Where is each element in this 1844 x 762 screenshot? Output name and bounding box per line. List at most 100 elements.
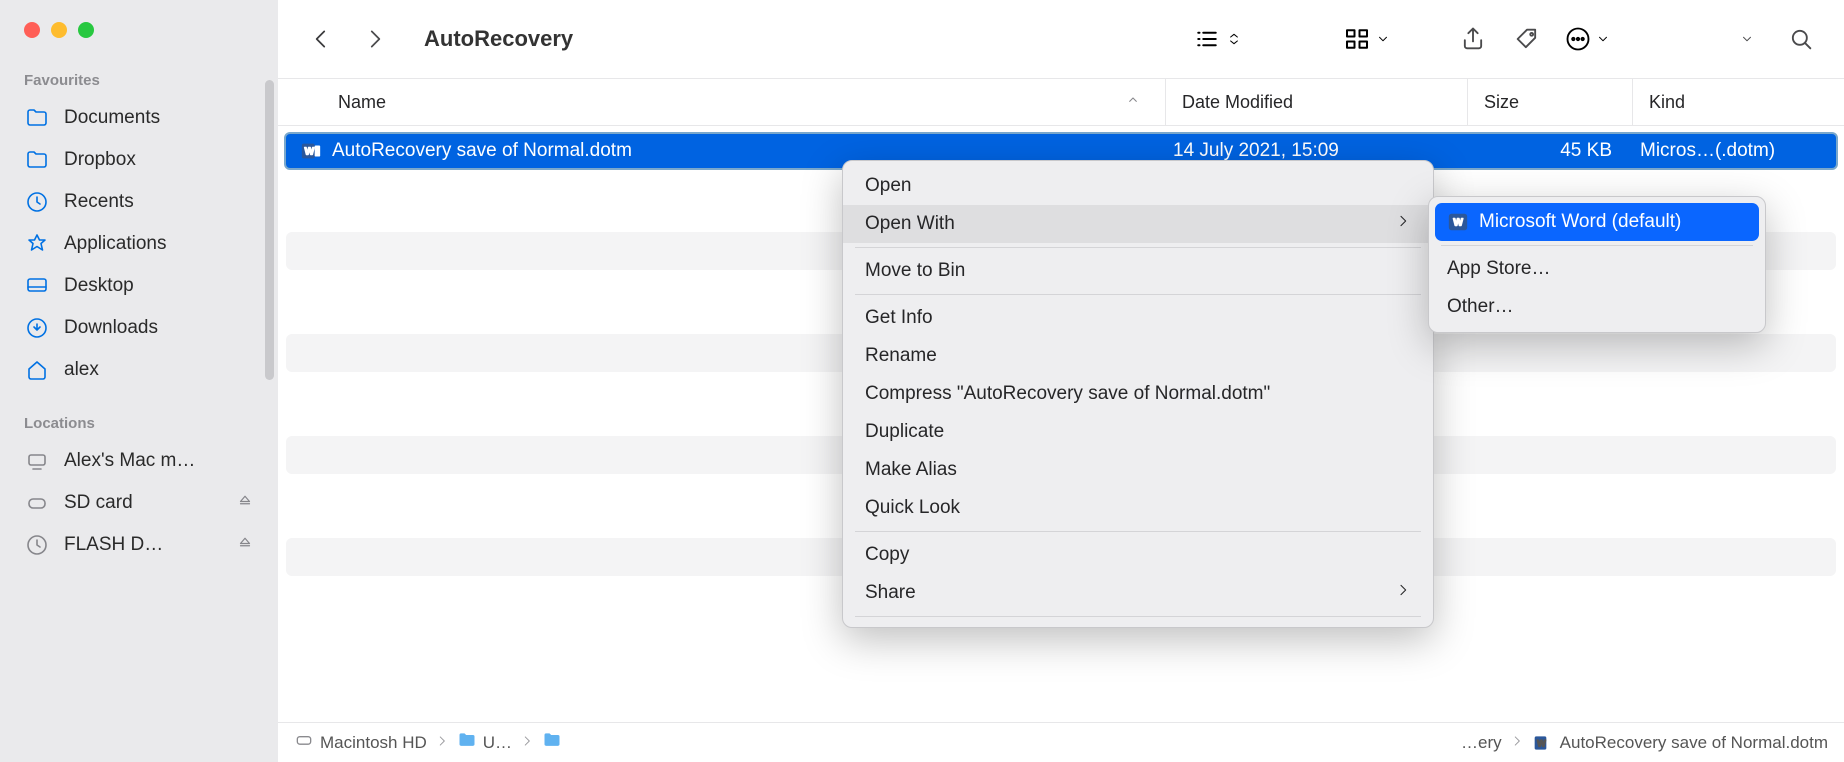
cm-open[interactable]: Open: [843, 167, 1433, 205]
cm-separator: [855, 616, 1421, 617]
column-header: Name Date Modified Size Kind: [278, 78, 1844, 126]
sidebar-item-label: SD card: [64, 492, 222, 514]
cm-move-to-bin[interactable]: Move to Bin: [843, 252, 1433, 290]
sidebar-item-label: Documents: [64, 107, 254, 129]
column-label: Size: [1484, 92, 1519, 113]
sidebar-item-recents[interactable]: Recents: [0, 181, 278, 223]
cm-open-with[interactable]: Open With: [843, 205, 1433, 243]
cm-quick-look[interactable]: Quick Look: [843, 489, 1433, 527]
sidebar-item-label: Alex's Mac m…: [64, 450, 254, 472]
sidebar: Favourites Documents Dropbox Recents App…: [0, 0, 278, 762]
column-label: Name: [338, 92, 386, 113]
cm-label: Quick Look: [865, 497, 960, 519]
computer-icon: [24, 448, 50, 474]
sm-label: App Store…: [1447, 258, 1551, 280]
cm-copy[interactable]: Copy: [843, 536, 1433, 574]
search-button[interactable]: [1784, 22, 1818, 56]
path-label: Macintosh HD: [320, 733, 427, 753]
chevron-right-icon: [520, 733, 534, 753]
folder-icon: [24, 105, 50, 131]
open-with-submenu: W Microsoft Word (default) App Store… Ot…: [1428, 196, 1766, 333]
window-controls: [0, 16, 278, 66]
cm-label: Move to Bin: [865, 260, 965, 282]
path-label: AutoRecovery save of Normal.dotm: [1560, 733, 1828, 753]
minimize-window-button[interactable]: [51, 22, 67, 38]
sm-other[interactable]: Other…: [1435, 288, 1759, 326]
eject-icon[interactable]: [236, 533, 254, 557]
cm-label: Compress "AutoRecovery save of Normal.do…: [865, 383, 1270, 405]
sidebar-item-flash[interactable]: FLASH D…: [0, 524, 278, 566]
close-window-button[interactable]: [24, 22, 40, 38]
submenu-arrow-icon: [1395, 213, 1411, 235]
sort-indicator-icon: [1125, 92, 1141, 113]
svg-text:W: W: [1537, 738, 1546, 748]
group-button[interactable]: [1342, 24, 1390, 54]
path-label: U…: [483, 733, 512, 753]
zoom-window-button[interactable]: [78, 22, 94, 38]
path-seg-current-folder[interactable]: …ery: [1461, 733, 1502, 753]
svg-text:W: W: [1453, 218, 1463, 229]
submenu-arrow-icon: [1395, 582, 1411, 604]
cm-rename[interactable]: Rename: [843, 337, 1433, 375]
sm-separator: [1441, 245, 1753, 246]
disk-icon: [24, 490, 50, 516]
path-seg[interactable]: U…: [457, 730, 512, 755]
sidebar-item-dropbox[interactable]: Dropbox: [0, 139, 278, 181]
sidebar-item-label: FLASH D…: [64, 534, 222, 556]
expand-button[interactable]: [1730, 22, 1764, 56]
actions-button[interactable]: [1564, 25, 1610, 53]
chevron-right-icon: [435, 733, 449, 753]
sidebar-item-applications[interactable]: Applications: [0, 223, 278, 265]
sidebar-item-label: Dropbox: [64, 149, 254, 171]
back-button[interactable]: [304, 22, 338, 56]
eject-icon[interactable]: [236, 491, 254, 515]
folder-icon: [457, 730, 477, 755]
main-pane: AutoRecovery Name: [278, 0, 1844, 762]
column-name[interactable]: Name: [278, 79, 1165, 125]
column-size[interactable]: Size: [1467, 79, 1632, 125]
sm-appstore[interactable]: App Store…: [1435, 250, 1759, 288]
sidebar-item-home[interactable]: alex: [0, 349, 278, 391]
cm-make-alias[interactable]: Make Alias: [843, 451, 1433, 489]
sidebar-item-mac[interactable]: Alex's Mac m…: [0, 440, 278, 482]
cm-separator: [855, 247, 1421, 248]
applications-icon: [24, 231, 50, 257]
cm-label: Open With: [865, 213, 955, 235]
cm-label: Get Info: [865, 307, 933, 329]
column-date[interactable]: Date Modified: [1165, 79, 1467, 125]
sm-word[interactable]: W Microsoft Word (default): [1435, 203, 1759, 241]
folder-icon: [24, 147, 50, 173]
path-seg-file[interactable]: W AutoRecovery save of Normal.dotm: [1532, 732, 1828, 754]
cm-label: Copy: [865, 544, 909, 566]
sidebar-item-downloads[interactable]: Downloads: [0, 307, 278, 349]
view-list-button[interactable]: [1192, 24, 1242, 54]
path-seg-truncated[interactable]: [542, 730, 562, 755]
folder-icon: [542, 730, 562, 755]
forward-button[interactable]: [358, 22, 392, 56]
disk-icon: [294, 730, 314, 755]
sidebar-item-desktop[interactable]: Desktop: [0, 265, 278, 307]
cm-share[interactable]: Share: [843, 574, 1433, 612]
cm-separator: [855, 294, 1421, 295]
sidebar-item-label: alex: [64, 359, 254, 381]
cm-compress[interactable]: Compress "AutoRecovery save of Normal.do…: [843, 375, 1433, 413]
cm-label: Rename: [865, 345, 937, 367]
sidebar-item-sdcard[interactable]: SD card: [0, 482, 278, 524]
cm-get-info[interactable]: Get Info: [843, 299, 1433, 337]
share-button[interactable]: [1456, 22, 1490, 56]
column-label: Kind: [1649, 92, 1685, 113]
download-icon: [24, 315, 50, 341]
sm-label: Other…: [1447, 296, 1514, 318]
sidebar-section-favourites: Favourites: [0, 66, 278, 97]
word-file-icon: W: [300, 140, 322, 162]
sidebar-scrollbar[interactable]: [265, 80, 274, 380]
path-seg-root[interactable]: Macintosh HD: [294, 730, 427, 755]
sidebar-item-label: Downloads: [64, 317, 254, 339]
tags-button[interactable]: [1510, 22, 1544, 56]
column-kind[interactable]: Kind: [1632, 79, 1844, 125]
word-app-icon: W: [1447, 211, 1469, 233]
cm-duplicate[interactable]: Duplicate: [843, 413, 1433, 451]
cm-label: Open: [865, 175, 911, 197]
sidebar-item-documents[interactable]: Documents: [0, 97, 278, 139]
path-bar: Macintosh HD U… …ery W AutoRecovery save…: [278, 722, 1844, 762]
